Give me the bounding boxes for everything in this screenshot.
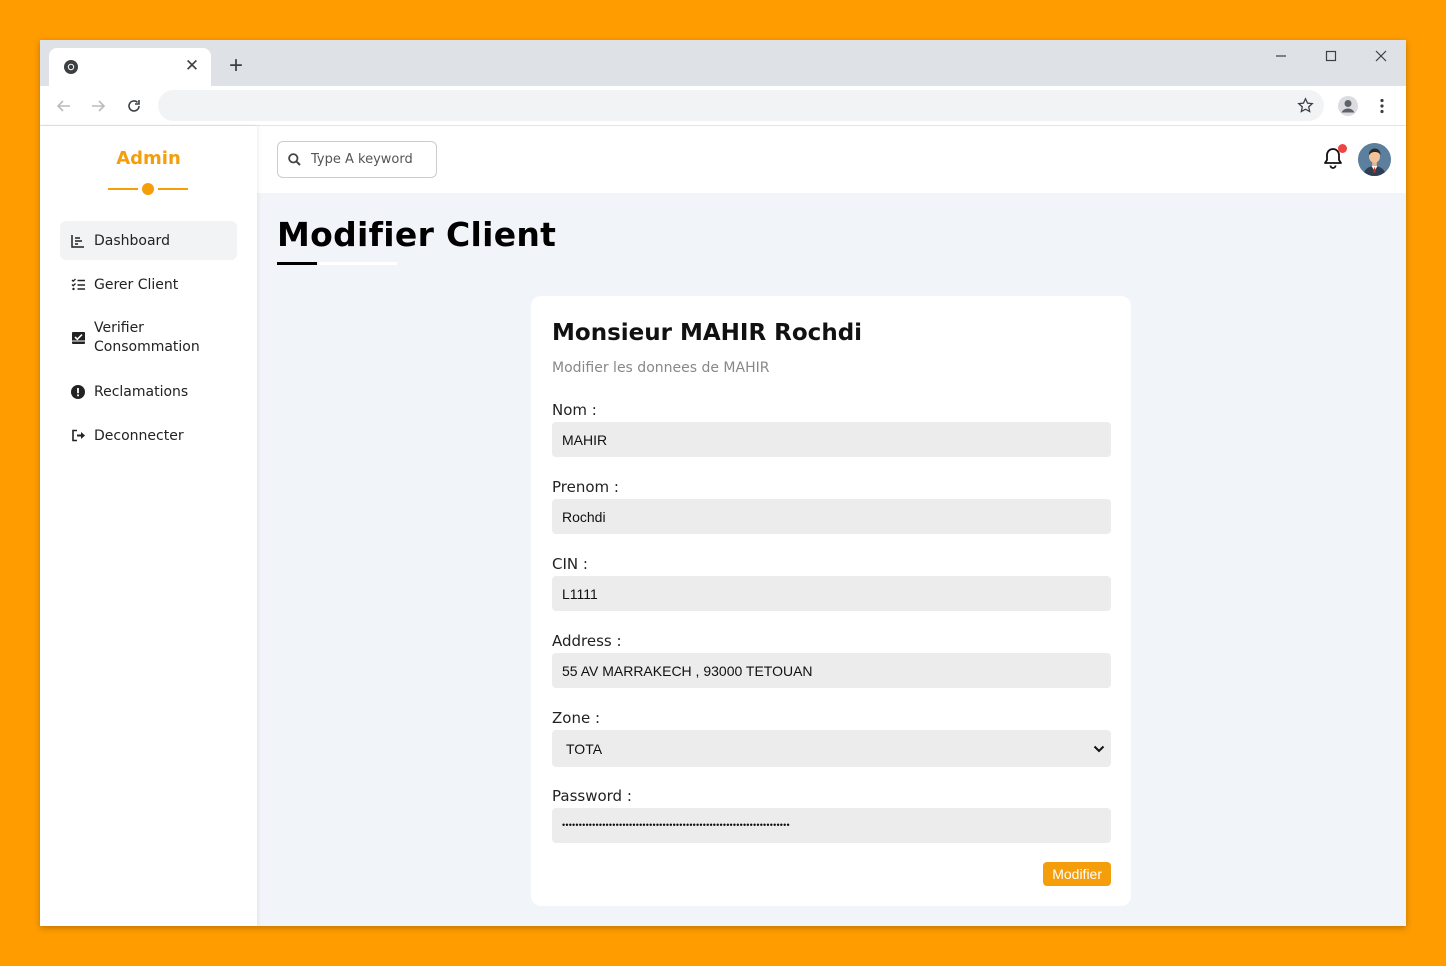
maximize-icon[interactable] — [1306, 40, 1356, 72]
top-bar — [257, 126, 1406, 193]
modifier-button[interactable]: Modifier — [1043, 862, 1111, 886]
chevron-down-icon — [1093, 745, 1105, 752]
main-content: Modifier Client Monsieur MAHIR Rochdi Mo… — [257, 193, 1406, 926]
sidebar-item-gerer-client[interactable]: Gerer Client — [60, 265, 237, 304]
browser-tab[interactable]: ✕ — [49, 48, 211, 86]
tab-strip: ✕ + — [40, 40, 1406, 86]
zone-field-group: Zone : TOTA — [552, 708, 1111, 767]
search-icon — [288, 153, 301, 166]
cin-field-group: CIN : — [552, 554, 1111, 611]
address-label: Address : — [552, 632, 622, 650]
password-field-group: Password : •••••••••••••••••••••••••••••… — [552, 786, 1111, 843]
password-label: Password : — [552, 787, 632, 805]
cin-label: CIN : — [552, 555, 588, 573]
forward-arrow-icon[interactable] — [86, 94, 110, 118]
browser-window: ✕ + Admin Dashboard Gerer Client Verifie… — [40, 40, 1406, 926]
profile-icon[interactable] — [1336, 94, 1360, 118]
address-input[interactable] — [552, 653, 1111, 688]
sidebar-item-dashboard[interactable]: Dashboard — [60, 221, 237, 260]
sidebar-item-deconnecter[interactable]: Deconnecter — [60, 416, 237, 455]
sidebar-item-verifier-consommation[interactable]: Verifier Consommation — [60, 309, 237, 367]
avatar[interactable] — [1358, 143, 1391, 176]
prenom-input[interactable] — [552, 499, 1111, 534]
notification-dot — [1338, 144, 1347, 153]
list-check-icon — [70, 277, 86, 293]
chart-icon — [70, 233, 86, 249]
sidebar-item-label: Gerer Client — [94, 276, 179, 293]
sidebar: Admin Dashboard Gerer Client Verifier Co… — [40, 126, 257, 926]
star-icon[interactable] — [1297, 97, 1314, 114]
address-bar[interactable] — [158, 90, 1324, 121]
sidebar-item-label: Deconnecter — [94, 427, 184, 444]
search-input[interactable] — [311, 152, 431, 167]
minimize-icon[interactable] — [1256, 40, 1306, 72]
brand-divider — [108, 182, 188, 196]
prenom-field-group: Prenom : — [552, 477, 1111, 534]
sidebar-item-label: Reclamations — [94, 383, 189, 400]
zone-select[interactable]: TOTA — [552, 730, 1111, 767]
kebab-menu-icon[interactable] — [1370, 94, 1394, 118]
nom-field-group: Nom : — [552, 400, 1111, 457]
client-heading: Monsieur MAHIR Rochdi — [552, 320, 863, 346]
browser-toolbar — [40, 86, 1406, 126]
password-input[interactable]: ••••••••••••••••••••••••••••••••••••••••… — [552, 808, 1111, 843]
inbox-check-icon — [70, 330, 86, 346]
back-arrow-icon[interactable] — [52, 94, 76, 118]
app: Admin Dashboard Gerer Client Verifier Co… — [40, 126, 1406, 926]
window-controls — [1256, 40, 1406, 72]
prenom-label: Prenom : — [552, 478, 619, 496]
sidebar-item-reclamations[interactable]: Reclamations — [60, 372, 237, 411]
brand-title: Admin — [116, 148, 181, 169]
zone-label: Zone : — [552, 709, 601, 727]
notifications-button[interactable] — [1323, 144, 1347, 171]
zone-selected-value: TOTA — [566, 740, 603, 757]
page-title: Modifier Client — [277, 215, 557, 254]
edit-client-card: Monsieur MAHIR Rochdi Modifier les donne… — [531, 296, 1131, 906]
sign-out-icon — [70, 428, 86, 444]
new-tab-button[interactable]: + — [224, 54, 248, 79]
tab-close-icon[interactable]: ✕ — [183, 57, 201, 75]
chrome-favicon-icon — [64, 60, 78, 74]
cin-input[interactable] — [552, 576, 1111, 611]
nom-input[interactable] — [552, 422, 1111, 457]
sidebar-nav: Dashboard Gerer Client Verifier Consomma… — [60, 221, 237, 460]
search-box[interactable] — [277, 141, 437, 178]
form-subtitle: Modifier les donnees de MAHIR — [552, 360, 770, 376]
title-underline — [277, 262, 397, 265]
sidebar-item-label: Dashboard — [94, 232, 170, 249]
exclamation-icon — [70, 384, 86, 400]
sidebar-item-label: Verifier Consommation — [94, 320, 200, 355]
reload-icon[interactable] — [122, 94, 146, 118]
close-window-icon[interactable] — [1356, 40, 1406, 72]
nom-label: Nom : — [552, 401, 597, 419]
address-field-group: Address : — [552, 631, 1111, 688]
